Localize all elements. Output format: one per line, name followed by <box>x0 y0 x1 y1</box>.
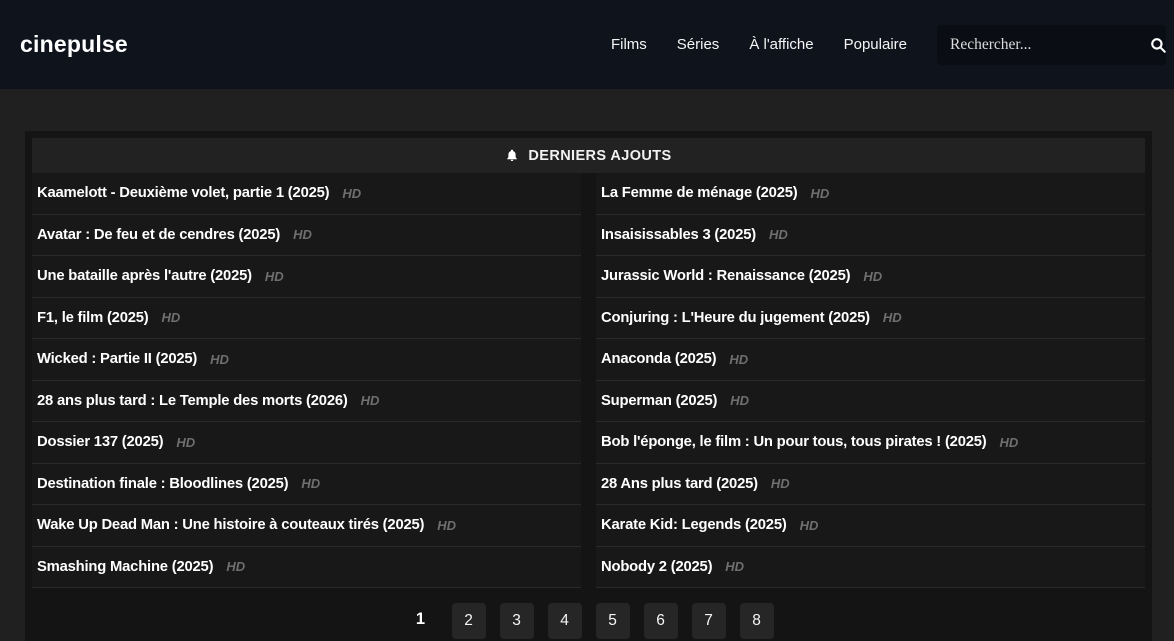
movie-row: Dossier 137 (2025) HD <box>32 422 581 464</box>
movie-title-link[interactable]: Nobody 2 (2025) <box>601 559 712 575</box>
movie-title-link[interactable]: Wake Up Dead Man : Une histoire à coutea… <box>37 517 424 533</box>
movie-row: Bob l'éponge, le film : Un pour tous, to… <box>596 422 1145 464</box>
movie-title-link[interactable]: Une bataille après l'autre (2025) <box>37 268 252 284</box>
quality-badge: HD <box>437 518 456 533</box>
quality-badge: HD <box>800 518 819 533</box>
movie-row: 28 ans plus tard : Le Temple des morts (… <box>32 381 581 423</box>
movie-title-link[interactable]: Superman (2025) <box>601 393 717 409</box>
pagination-page-button[interactable]: 4 <box>548 603 582 639</box>
quality-badge: HD <box>769 227 788 242</box>
movie-row: Insaisissables 3 (2025) HD <box>596 215 1145 257</box>
section-header: DERNIERS AJOUTS <box>32 138 1145 173</box>
movie-title-link[interactable]: Anaconda (2025) <box>601 351 716 367</box>
movie-row: Une bataille après l'autre (2025) HD <box>32 256 581 298</box>
quality-badge: HD <box>730 393 749 408</box>
quality-badge: HD <box>361 393 380 408</box>
movie-title-link[interactable]: Avatar : De feu et de cendres (2025) <box>37 227 280 243</box>
pagination-page-button[interactable]: 5 <box>596 603 630 639</box>
quality-badge: HD <box>342 186 361 201</box>
quality-badge: HD <box>265 269 284 284</box>
quality-badge: HD <box>863 269 882 284</box>
section-title: DERNIERS AJOUTS <box>528 148 671 164</box>
latest-additions-card: DERNIERS AJOUTS Kaamelott - Deuxième vol… <box>25 131 1152 641</box>
movie-column-right: La Femme de ménage (2025) HD Insaisissab… <box>596 173 1145 588</box>
quality-badge: HD <box>1000 435 1019 450</box>
quality-badge: HD <box>226 559 245 574</box>
movie-row: Avatar : De feu et de cendres (2025) HD <box>32 215 581 257</box>
movie-row: Destination finale : Bloodlines (2025) H… <box>32 464 581 506</box>
quality-badge: HD <box>162 310 181 325</box>
movie-row: Anaconda (2025) HD <box>596 339 1145 381</box>
movie-row: 28 Ans plus tard (2025) HD <box>596 464 1145 506</box>
movie-row: Jurassic World : Renaissance (2025) HD <box>596 256 1145 298</box>
quality-badge: HD <box>176 435 195 450</box>
movie-row: Conjuring : L'Heure du jugement (2025) H… <box>596 298 1145 340</box>
movie-row: Nobody 2 (2025) HD <box>596 547 1145 589</box>
pagination: 1 2 3 4 5 6 7 8 <box>32 603 1145 639</box>
quality-badge: HD <box>771 476 790 491</box>
movie-column-left: Kaamelott - Deuxième volet, partie 1 (20… <box>32 173 581 588</box>
search-button[interactable] <box>1149 36 1167 54</box>
pagination-page-button[interactable]: 3 <box>500 603 534 639</box>
movie-title-link[interactable]: Dossier 137 (2025) <box>37 434 163 450</box>
site-logo[interactable]: cinepulse <box>20 31 128 58</box>
site-header: cinepulse Films Séries À l'affiche Popul… <box>0 0 1174 89</box>
movie-row: Smashing Machine (2025) HD <box>32 547 581 589</box>
search-box <box>937 25 1166 65</box>
movie-title-link[interactable]: Insaisissables 3 (2025) <box>601 227 756 243</box>
quality-badge: HD <box>811 186 830 201</box>
movie-row: Karate Kid: Legends (2025) HD <box>596 505 1145 547</box>
movie-title-link[interactable]: Bob l'éponge, le film : Un pour tous, to… <box>601 434 987 450</box>
movie-title-link[interactable]: 28 ans plus tard : Le Temple des morts (… <box>37 393 348 409</box>
search-input[interactable] <box>950 36 1149 54</box>
movie-row: F1, le film (2025) HD <box>32 298 581 340</box>
movie-row: Kaamelott - Deuxième volet, partie 1 (20… <box>32 173 581 215</box>
movie-title-link[interactable]: Conjuring : L'Heure du jugement (2025) <box>601 310 870 326</box>
movie-title-link[interactable]: Destination finale : Bloodlines (2025) <box>37 476 288 492</box>
movie-row: Superman (2025) HD <box>596 381 1145 423</box>
movie-title-link[interactable]: La Femme de ménage (2025) <box>601 185 798 201</box>
movie-row: Wicked : Partie II (2025) HD <box>32 339 581 381</box>
quality-badge: HD <box>293 227 312 242</box>
nav-item[interactable]: Films <box>611 36 647 53</box>
movie-title-link[interactable]: Jurassic World : Renaissance (2025) <box>601 268 850 284</box>
movie-title-link[interactable]: Wicked : Partie II (2025) <box>37 351 197 367</box>
search-icon <box>1149 36 1167 54</box>
nav-item[interactable]: À l'affiche <box>749 36 813 53</box>
pagination-page-button[interactable]: 6 <box>644 603 678 639</box>
quality-badge: HD <box>301 476 320 491</box>
movie-title-link[interactable]: F1, le film (2025) <box>37 310 149 326</box>
nav-item[interactable]: Séries <box>677 36 720 53</box>
movie-list: Kaamelott - Deuxième volet, partie 1 (20… <box>32 173 1145 588</box>
pagination-page-button[interactable]: 2 <box>452 603 486 639</box>
main-nav: Films Séries À l'affiche Populaire <box>611 36 937 53</box>
pagination-current-page: 1 <box>404 603 438 639</box>
pagination-page-button[interactable]: 8 <box>740 603 774 639</box>
quality-badge: HD <box>210 352 229 367</box>
movie-title-link[interactable]: Karate Kid: Legends (2025) <box>601 517 787 533</box>
quality-badge: HD <box>729 352 748 367</box>
pagination-pages: 2 3 4 5 6 7 8 <box>452 603 774 639</box>
movie-row: La Femme de ménage (2025) HD <box>596 173 1145 215</box>
nav-item[interactable]: Populaire <box>844 36 907 53</box>
movie-title-link[interactable]: Smashing Machine (2025) <box>37 559 213 575</box>
pagination-page-button[interactable]: 7 <box>692 603 726 639</box>
bell-icon <box>505 148 519 163</box>
movie-title-link[interactable]: 28 Ans plus tard (2025) <box>601 476 758 492</box>
movie-title-link[interactable]: Kaamelott - Deuxième volet, partie 1 (20… <box>37 185 329 201</box>
movie-row: Wake Up Dead Man : Une histoire à coutea… <box>32 505 581 547</box>
quality-badge: HD <box>883 310 902 325</box>
quality-badge: HD <box>725 559 744 574</box>
